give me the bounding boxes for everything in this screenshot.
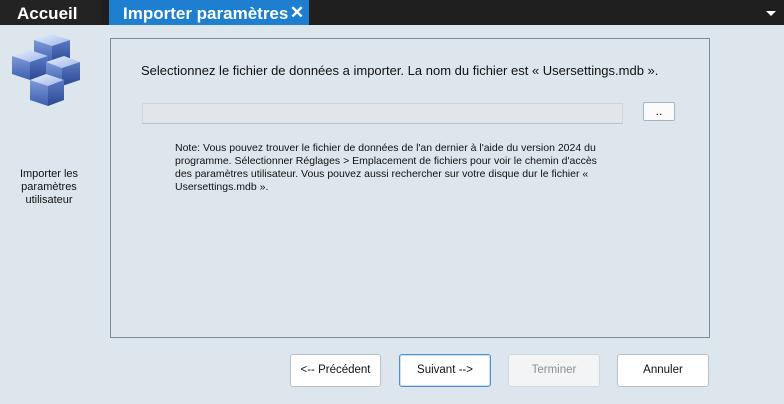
previous-button[interactable]: <-- Précédent (290, 354, 381, 387)
tab-home[interactable]: Accueil (0, 0, 101, 25)
note-text: Note: Vous pouvez trouver le fichier de … (175, 142, 597, 193)
browse-button[interactable]: .. (643, 102, 675, 121)
tab-label: Importer paramètres (123, 4, 289, 23)
tab-import-settings[interactable]: Importer paramètres ✕ (109, 0, 309, 25)
close-icon[interactable]: ✕ (287, 0, 307, 25)
instruction-text: Selectionnez le fichier de données a imp… (141, 63, 659, 78)
file-path-field[interactable] (142, 103, 623, 124)
finish-button: Terminer (508, 354, 600, 387)
step-label: Importer les paramètres utilisateur (19, 168, 79, 206)
cancel-button[interactable]: Annuler (617, 354, 709, 387)
next-button[interactable]: Suivant --> (399, 354, 491, 387)
tab-bar: Accueil Importer paramètres ✕ (0, 0, 784, 25)
cubes-icon (12, 34, 80, 106)
chevron-down-icon[interactable] (764, 8, 778, 18)
import-panel: Selectionnez le fichier de données a imp… (110, 38, 710, 338)
